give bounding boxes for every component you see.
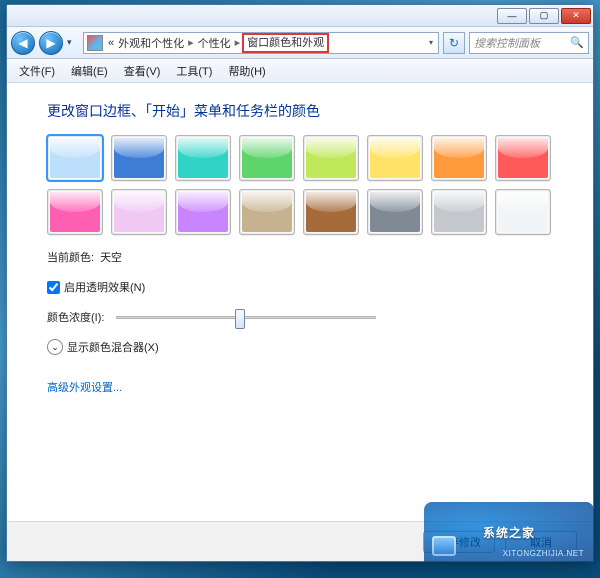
current-color-label: 当前颜色: [47, 249, 94, 265]
color-swatch-ruby[interactable] [495, 135, 551, 181]
menu-edit[interactable]: 编辑(E) [63, 60, 116, 82]
color-swatch-violet[interactable] [175, 189, 231, 235]
mixer-label: 显示颜色混合器(X) [67, 339, 159, 355]
transparency-checkbox[interactable] [47, 281, 60, 294]
footer: 保存修改 取消 [7, 521, 593, 561]
current-color-value: 天空 [100, 249, 122, 265]
nav-history-dropdown[interactable]: ▾ [67, 37, 79, 48]
advanced-appearance-link[interactable]: 高级外观设置... [47, 379, 122, 395]
mixer-row[interactable]: ⌄ 显示颜色混合器(X) [47, 339, 565, 355]
search-icon[interactable]: 🔍 [570, 36, 584, 49]
menu-view[interactable]: 查看(V) [116, 60, 169, 82]
color-swatch-frost[interactable] [495, 189, 551, 235]
color-swatch-grid [47, 135, 565, 235]
color-swatch-leaf[interactable] [239, 135, 295, 181]
color-swatch-blue[interactable] [111, 135, 167, 181]
color-swatch-天空[interactable] [47, 135, 103, 181]
intensity-slider-thumb[interactable] [235, 309, 245, 329]
titlebar: — ▢ ✕ [7, 5, 593, 27]
color-swatch-lavender[interactable] [111, 189, 167, 235]
content: 更改窗口边框、「开始」菜单和任务栏的颜色 当前颜色: 天空 启用透明效果(N) … [7, 83, 593, 521]
breadcrumb-appearance[interactable]: 外观和个性化 [116, 35, 186, 51]
menubar: 文件(F) 编辑(E) 查看(V) 工具(T) 帮助(H) [7, 59, 593, 83]
chevron-down-icon[interactable]: ⌄ [47, 339, 63, 355]
search-input[interactable]: 搜索控制面板 🔍 [469, 32, 589, 54]
breadcrumb-chevron: « [106, 37, 116, 49]
transparency-row: 启用透明效果(N) [47, 279, 565, 295]
address-bar[interactable]: « 外观和个性化 ▸ 个性化 ▸ 窗口颜色和外观 ▾ [83, 32, 439, 54]
close-button[interactable]: ✕ [561, 8, 591, 24]
intensity-label: 颜色浓度(I): [47, 309, 104, 325]
refresh-button[interactable]: ↻ [443, 32, 465, 54]
nav-back-button[interactable]: ◀ [11, 31, 35, 55]
search-placeholder: 搜索控制面板 [474, 35, 540, 51]
breadcrumb-window-color[interactable]: 窗口颜色和外观 [242, 33, 329, 53]
cancel-button[interactable]: 取消 [505, 531, 577, 553]
intensity-slider[interactable] [116, 316, 376, 319]
color-swatch-fuchsia[interactable] [47, 189, 103, 235]
save-button[interactable]: 保存修改 [423, 531, 495, 553]
color-swatch-graphite[interactable] [431, 189, 487, 235]
transparency-checkbox-label[interactable]: 启用透明效果(N) [47, 279, 145, 295]
breadcrumb-arrow: ▸ [186, 36, 196, 49]
page-title: 更改窗口边框、「开始」菜单和任务栏的颜色 [47, 101, 565, 121]
minimize-button[interactable]: — [497, 8, 527, 24]
breadcrumb-arrow: ▸ [233, 36, 243, 49]
current-color-row: 当前颜色: 天空 [47, 249, 565, 265]
color-swatch-pumpkin[interactable] [431, 135, 487, 181]
menu-file[interactable]: 文件(F) [11, 60, 63, 82]
color-swatch-chocolate[interactable] [303, 189, 359, 235]
intensity-row: 颜色浓度(I): [47, 309, 565, 325]
nav-forward-button[interactable]: ▶ [39, 31, 63, 55]
transparency-text: 启用透明效果(N) [64, 279, 145, 295]
address-dropdown-icon[interactable]: ▾ [424, 38, 438, 47]
color-swatch-slate[interactable] [367, 189, 423, 235]
menu-tools[interactable]: 工具(T) [168, 60, 220, 82]
maximize-button[interactable]: ▢ [529, 8, 559, 24]
navbar: ◀ ▶ ▾ « 外观和个性化 ▸ 个性化 ▸ 窗口颜色和外观 ▾ ↻ 搜索控制面… [7, 27, 593, 59]
window: — ▢ ✕ ◀ ▶ ▾ « 外观和个性化 ▸ 个性化 ▸ 窗口颜色和外观 ▾ ↻… [6, 4, 594, 562]
color-swatch-taupe[interactable] [239, 189, 295, 235]
color-swatch-sun[interactable] [367, 135, 423, 181]
color-swatch-teal[interactable] [175, 135, 231, 181]
menu-help[interactable]: 帮助(H) [220, 60, 273, 82]
control-panel-icon [87, 35, 103, 51]
breadcrumb-personalization[interactable]: 个性化 [196, 35, 233, 51]
color-swatch-lime[interactable] [303, 135, 359, 181]
